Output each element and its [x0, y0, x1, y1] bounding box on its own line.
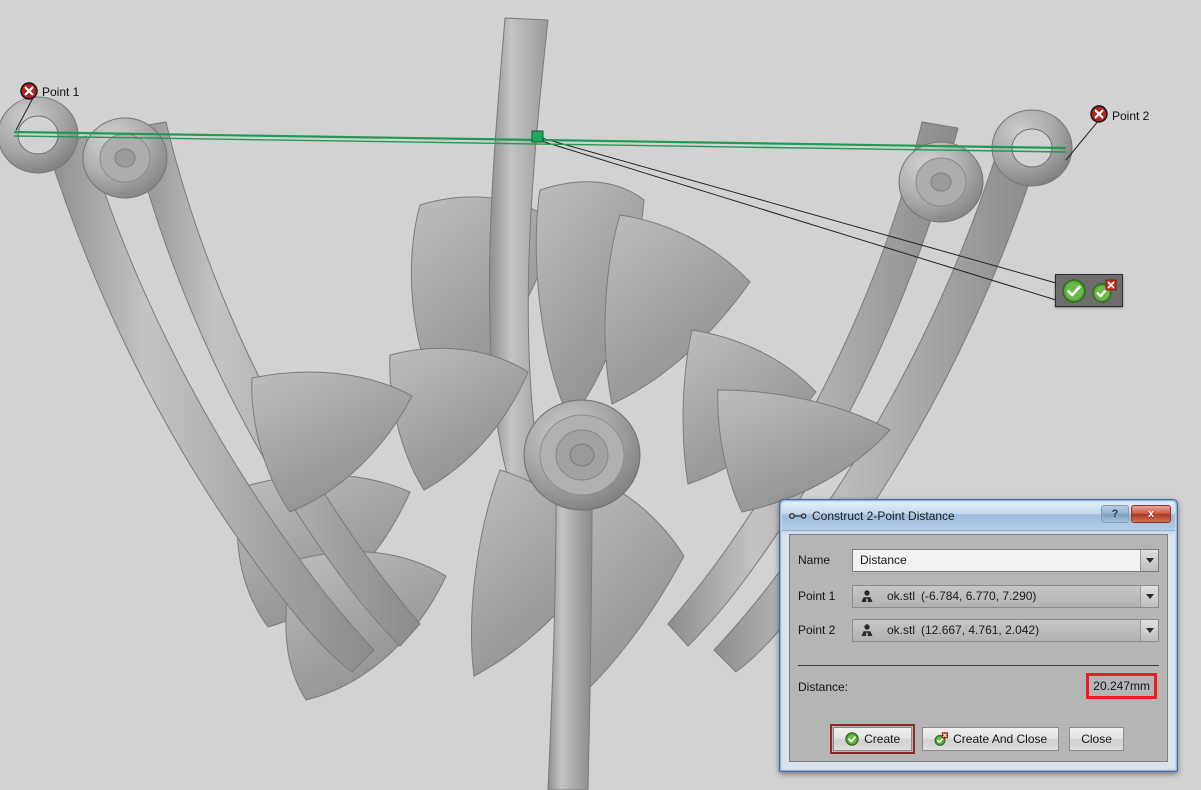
name-label: Name	[798, 553, 831, 567]
point-2-coordinates: (12.667, 4.761, 2.042)	[921, 623, 1040, 637]
point-2-selector[interactable]: ok.stl (12.667, 4.761, 2.042)	[852, 618, 1159, 642]
point-2-source: ok.stl	[887, 623, 916, 637]
dialog-inner: Construct 2-Point Distance ? x Name Dist…	[781, 501, 1176, 770]
close-button[interactable]: Close	[1069, 727, 1124, 751]
distance-label: Distance:	[798, 680, 849, 694]
chevron-down-icon[interactable]	[1140, 549, 1158, 571]
create-button[interactable]: Create	[830, 724, 916, 754]
point-2-marker[interactable]	[1090, 105, 1108, 123]
green-check-circle-icon	[1062, 278, 1086, 303]
divider	[798, 665, 1159, 666]
point-1-marker[interactable]	[20, 82, 38, 100]
green-check-circle-icon	[845, 732, 859, 746]
app-root: Point 1 Point 2 Construct 2-Point Distan…	[0, 0, 1201, 790]
help-button[interactable]: ?	[1101, 505, 1129, 523]
point-1-coordinates: (-6.784, 6.770, 7.290)	[921, 589, 1037, 603]
name-row: Name Distance	[798, 547, 1159, 573]
create-and-close-button[interactable]: Create And Close	[922, 727, 1060, 751]
construct-2-point-distance-dialog[interactable]: Construct 2-Point Distance ? x Name Dist…	[779, 499, 1178, 772]
create-and-close-button[interactable]	[1091, 278, 1117, 304]
floating-confirm-toolbar[interactable]	[1055, 274, 1123, 307]
red-x-circle-icon	[20, 82, 38, 100]
point-1-label: Point 1	[42, 85, 80, 99]
distance-result-row: Distance: 20.247mm	[798, 672, 1159, 702]
distance-value: 20.247mm	[1093, 679, 1150, 693]
point-entity-icon	[861, 624, 873, 636]
point-2-text: ok.stl (12.667, 4.761, 2.042)	[880, 620, 1140, 641]
dialog-button-row: Create Create And Close Close	[798, 724, 1159, 754]
name-value: Distance	[860, 553, 907, 567]
point-2-field-label: Point 2	[798, 623, 836, 637]
close-button-label: Close	[1081, 732, 1112, 746]
point-2-label: Point 2	[1112, 109, 1150, 123]
red-x-circle-icon	[1090, 105, 1108, 123]
create-and-close-button-label: Create And Close	[953, 732, 1048, 746]
green-check-with-red-x-icon	[934, 732, 949, 746]
dialog-body: Name Distance Point 1 ok.stl (-6.784, 6.…	[789, 534, 1168, 762]
chevron-down-icon[interactable]	[1140, 585, 1158, 607]
two-point-distance-icon	[789, 512, 807, 520]
titlebar-buttons: ? x	[1101, 505, 1171, 523]
create-check-button[interactable]	[1061, 278, 1087, 304]
dialog-title: Construct 2-Point Distance	[812, 509, 955, 523]
chevron-down-icon[interactable]	[1140, 619, 1158, 641]
point-1-source: ok.stl	[887, 589, 916, 603]
create-button-label: Create	[864, 732, 901, 746]
close-icon[interactable]: x	[1131, 505, 1171, 523]
point-entity-icon	[861, 590, 873, 602]
point-1-text: ok.stl (-6.784, 6.770, 7.290)	[880, 586, 1140, 607]
distance-value-highlight: 20.247mm	[1086, 673, 1157, 699]
point-1-row: Point 1 ok.stl (-6.784, 6.770, 7.290)	[798, 583, 1159, 609]
green-check-with-red-x-icon	[1092, 279, 1117, 303]
point-1-field-label: Point 1	[798, 589, 836, 603]
name-input[interactable]: Distance	[852, 548, 1159, 572]
point-2-row: Point 2 ok.stl (12.667, 4.761, 2.042)	[798, 617, 1159, 643]
dialog-titlebar[interactable]: Construct 2-Point Distance ? x	[782, 502, 1175, 531]
point-1-selector[interactable]: ok.stl (-6.784, 6.770, 7.290)	[852, 584, 1159, 608]
